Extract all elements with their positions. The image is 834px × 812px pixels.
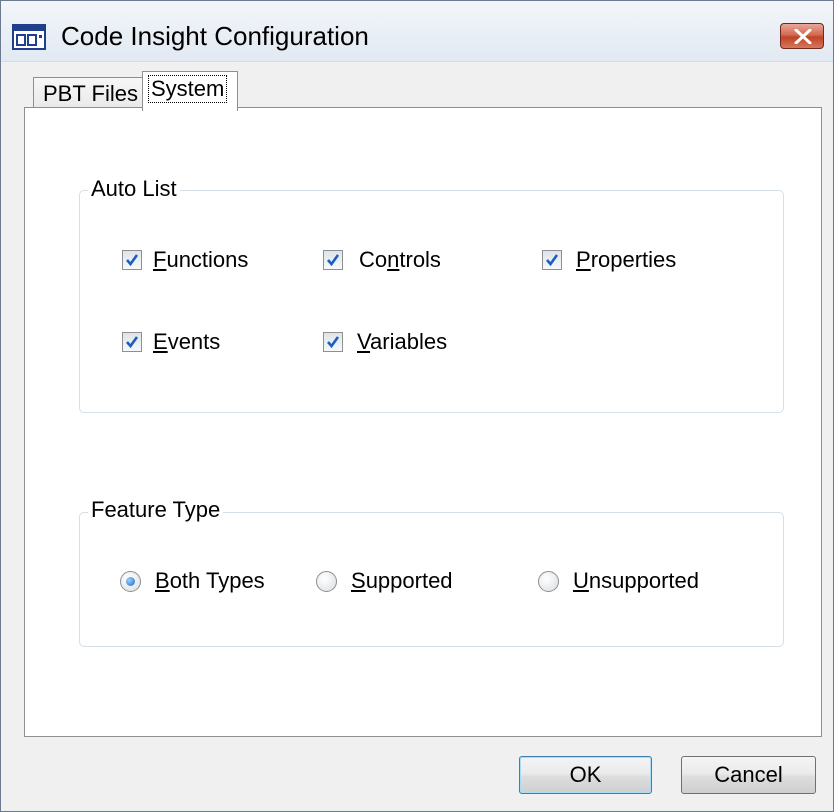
checkmark-icon (327, 254, 340, 267)
events-label: vents (167, 329, 221, 354)
tab-system[interactable]: System (142, 71, 238, 111)
tab-label: PBT Files (43, 81, 138, 106)
checkbox-box (323, 250, 343, 270)
radio-circle (120, 571, 141, 592)
tab-panel-system: Auto List Functions Controls Properties … (24, 107, 822, 737)
controls-label: trols (399, 247, 441, 272)
checkbox-box (122, 250, 142, 270)
cancel-button[interactable]: Cancel (681, 756, 816, 794)
supported-accel: S (351, 568, 366, 593)
tab-pbt-files[interactable]: PBT Files (33, 77, 143, 109)
auto-list-legend: Auto List (88, 176, 180, 202)
dialog-window: Code Insight Configuration PBT Files Sys… (0, 0, 834, 812)
checkbox-box (323, 332, 343, 352)
ok-button[interactable]: OK (519, 756, 652, 794)
checkbox-box (542, 250, 562, 270)
checkmark-icon (546, 254, 559, 267)
variables-accel: V (357, 329, 371, 354)
window-icon (12, 24, 46, 50)
radio-circle (538, 571, 559, 592)
properties-label: roperties (590, 247, 677, 272)
events-accel: E (153, 329, 168, 354)
controls-label-pre: Co (359, 247, 388, 272)
unsupported-label: nsupported (588, 568, 699, 593)
close-button[interactable] (780, 23, 824, 49)
checkmark-icon (327, 336, 340, 349)
unsupported-accel: U (573, 568, 589, 593)
radio-selected-dot (126, 577, 135, 586)
checkmark-icon (126, 254, 139, 267)
checkmark-icon (126, 336, 139, 349)
title-bar: Code Insight Configuration (1, 1, 833, 62)
supported-label: upported (365, 568, 453, 593)
both-types-label: oth Types (169, 568, 265, 593)
close-icon (794, 29, 812, 44)
auto-list-group (79, 190, 784, 413)
tab-label: System (147, 75, 228, 103)
both-types-accel: B (155, 568, 170, 593)
functions-accel: F (153, 247, 167, 272)
properties-accel: P (576, 247, 591, 272)
feature-type-legend: Feature Type (88, 497, 224, 523)
checkbox-box (122, 332, 142, 352)
window-title: Code Insight Configuration (61, 21, 369, 51)
functions-label: unctions (166, 247, 249, 272)
variables-label: ariables (370, 329, 448, 354)
radio-circle (316, 571, 337, 592)
controls-accel: n (387, 247, 400, 272)
